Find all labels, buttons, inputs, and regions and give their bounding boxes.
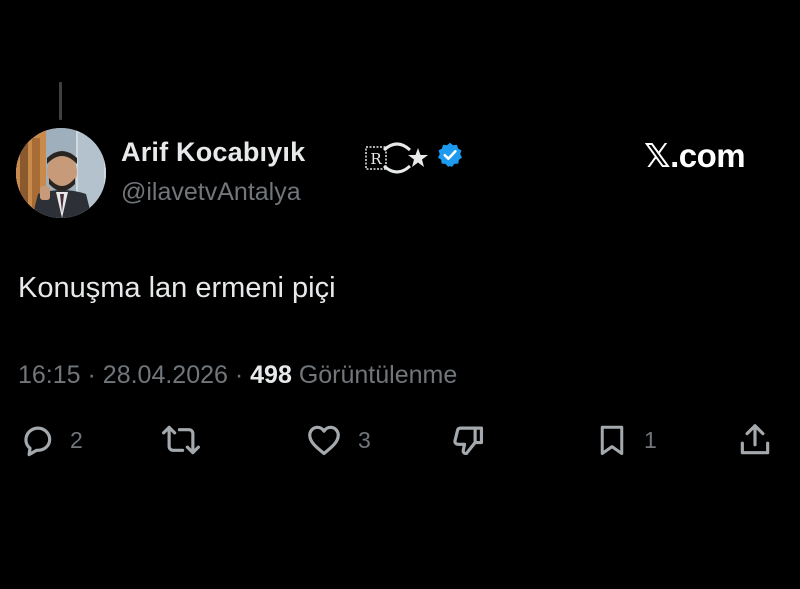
affiliate-badge-icon[interactable]: R [364,140,430,174]
bookmark-button[interactable]: 1 [594,420,657,460]
bookmark-count: 1 [644,426,657,453]
tweet-time[interactable]: 16:15 [18,361,81,389]
views-label: Görüntülenme [298,361,458,389]
reply-icon [24,426,52,457]
tweet-date[interactable]: 28.04.2026 [103,361,228,389]
views-count: 498 [250,361,292,389]
tweet-metadata: 16:15 · 28.04.2026 · 498 Görüntülenme [18,361,457,390]
retweet-icon [161,425,200,455]
meta-separator: · [87,361,96,389]
thread-connector-line [59,82,62,120]
thumbs-down-icon [453,426,484,456]
reply-button[interactable]: 2 [18,420,83,460]
meta-separator: · [234,361,244,389]
retweet-button[interactable] [160,420,202,460]
share-icon [740,424,770,455]
like-count: 3 [358,426,371,453]
dislike-button[interactable] [448,420,488,460]
verified-badge-icon[interactable] [436,141,464,169]
avatar[interactable] [16,128,106,218]
author-handle[interactable]: @ilavetvAntalya [121,178,301,207]
heart-icon [308,425,340,456]
avatar-photo [16,128,106,218]
x-com-logo: 𝕏.com [644,137,746,174]
share-button[interactable] [736,420,774,460]
author-display-name[interactable]: Arif Kocabıyık [121,137,305,168]
bookmark-icon [600,425,624,455]
tweet-text: Konuşma lan ermeni piçi [18,272,336,304]
reply-count: 2 [70,426,83,453]
affiliate-badge-letter: R [370,150,382,168]
like-button[interactable]: 3 [304,420,371,460]
